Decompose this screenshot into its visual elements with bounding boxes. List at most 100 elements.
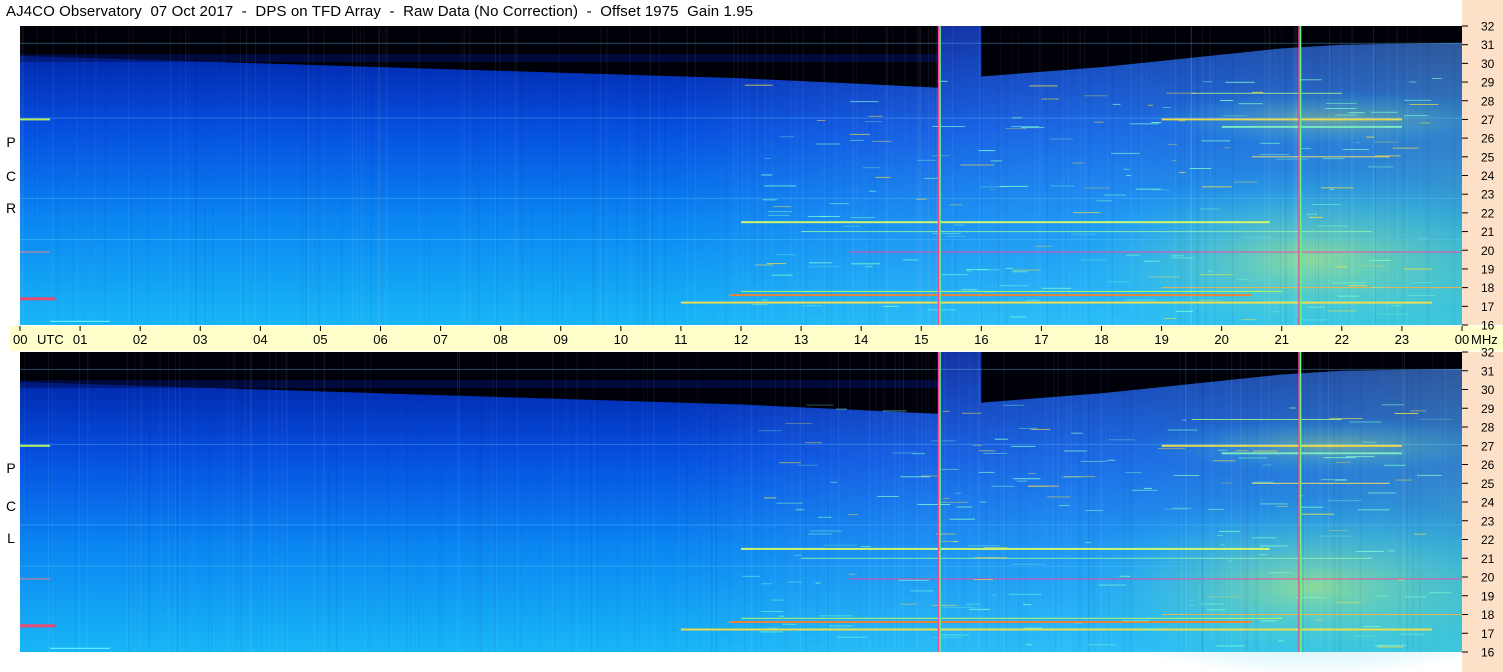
lcp-texture-streak: [715, 352, 717, 652]
time-tick-label: 14: [854, 332, 868, 347]
lcp-texture-streak: [1338, 352, 1340, 652]
rcp-speckle: [1299, 147, 1311, 149]
rcp-speckle: [1359, 265, 1387, 267]
lcp-spectrogram-panel: [20, 352, 1503, 672]
lcp-texture-streak: [1202, 352, 1204, 652]
rcp-texture-streak: [36, 26, 38, 325]
rcp-texture-streak: [649, 26, 651, 325]
rcp-texture-streak: [1325, 26, 1327, 325]
rcp-speckle: [1179, 172, 1186, 174]
lcp-texture-streak: [370, 352, 371, 652]
rcp-speckle: [1126, 175, 1131, 176]
rcp-speckle: [1322, 158, 1345, 160]
lcp-speckle: [1011, 563, 1046, 565]
lcp-texture-streak: [1269, 352, 1271, 652]
lcp-speckle: [1362, 626, 1382, 627]
lcp-texture-streak: [235, 352, 236, 652]
rcp-speckle: [1176, 310, 1193, 312]
lcp-texture-streak: [226, 352, 228, 652]
rcp-texture-streak: [530, 26, 532, 325]
rcp-texture-streak: [606, 26, 608, 325]
utc-time-axis: 00 01 02 03 04 05 06 07 08 09 10 11 12 13 14 15 16 17 18 19…: [10, 326, 1503, 351]
rcp-speckle: [932, 233, 961, 234]
time-tick-label: 20: [1214, 332, 1228, 347]
lcp-speckle: [1261, 620, 1277, 622]
rcp-texture-streak: [805, 26, 807, 325]
lcp-speckle: [848, 514, 859, 516]
time-tick-label: 23: [1395, 332, 1409, 347]
lcp-texture-streak: [1057, 352, 1059, 652]
lcp-texture-streak: [1178, 352, 1179, 652]
lcp-speckle: [983, 547, 1008, 548]
lcp-texture-streak: [410, 352, 412, 652]
lcp-freq-axis-band: [1462, 352, 1503, 672]
lcp-speckle: [1009, 593, 1042, 595]
lcp-frequency-axis: 16 17 18 19 20 21 22 23 24 25 26 27 28 29 30 31 32: [1462, 346, 1503, 672]
lcp-speckle: [1368, 492, 1397, 494]
lcp-speckle: [1301, 513, 1334, 515]
lcp-texture-streak: [1255, 352, 1256, 652]
lcp-texture-streak: [520, 352, 521, 652]
rcp-texture-streak: [75, 26, 77, 325]
rcp-speckle: [954, 224, 965, 226]
time-tick-label: 13: [794, 332, 808, 347]
rcp-texture-streak: [212, 26, 214, 325]
rcp-speckle: [1223, 115, 1247, 117]
rcp-speckle: [1049, 138, 1074, 140]
lcp-speckle: [1071, 432, 1083, 434]
rcp-speckle: [1367, 166, 1394, 168]
lcp-speckle: [1098, 584, 1127, 586]
lcp-texture-streak: [1328, 352, 1329, 652]
rcp-speckle: [850, 217, 876, 219]
lcp-texture-streak: [1003, 352, 1005, 652]
rcp-texture-streak: [1146, 26, 1147, 325]
freq-tick-label: 19: [1481, 589, 1495, 603]
rcp-speckle: [1125, 254, 1140, 256]
lcp-speckle: [1398, 633, 1425, 635]
rcp-speckle: [883, 305, 899, 307]
freq-tick-label: 27: [1481, 113, 1495, 127]
rcp-speckle: [1237, 278, 1248, 280]
rcp-speckle: [1163, 318, 1177, 319]
lcp-vertical-line: [1298, 352, 1300, 652]
rcp-texture-streak: [1197, 26, 1199, 325]
lcp-speckle: [1235, 450, 1249, 452]
lcp-texture-streak: [783, 352, 785, 652]
lcp-texture-streak: [1084, 352, 1086, 652]
lcp-texture-streak: [1079, 352, 1081, 652]
rcp-texture-streak: [1386, 26, 1387, 325]
lcp-texture-streak: [1020, 352, 1022, 652]
rcp-interference-line: [1221, 125, 1402, 128]
lcp-texture-streak: [1069, 352, 1071, 652]
lcp-texture-streak: [929, 352, 930, 652]
rcp-speckle: [771, 274, 793, 276]
rcp-speckle: [1371, 286, 1386, 288]
rcp-texture-streak: [223, 26, 225, 325]
rcp-texture-streak: [646, 26, 647, 325]
time-tick-label: 07: [433, 332, 447, 347]
rcp-texture-streak: [494, 26, 496, 325]
freq-tick-label: 17: [1481, 627, 1495, 641]
lcp-texture-streak: [229, 352, 230, 652]
lcp-speckle: [927, 549, 955, 550]
rcp-texture-streak: [1352, 26, 1354, 325]
rcp-speckle: [1379, 313, 1410, 315]
lcp-texture-streak: [268, 352, 270, 652]
lcp-speckle: [835, 408, 847, 410]
lcp-texture-streak: [466, 352, 467, 652]
rcp-texture-streak: [936, 26, 937, 325]
rcp-speckle: [1390, 305, 1402, 307]
rcp-texture-streak: [943, 26, 944, 325]
rcp-faint-line: [20, 197, 1462, 199]
lcp-vertical-line: [937, 352, 940, 652]
lcp-speckle: [759, 631, 784, 633]
lcp-texture-streak: [1108, 352, 1110, 652]
lcp-speckle: [815, 582, 821, 584]
rcp-texture-streak: [694, 26, 696, 325]
rcp-texture-streak: [57, 26, 59, 325]
lcp-texture-streak: [177, 352, 179, 652]
lcp-texture-streak: [24, 352, 26, 652]
rcp-texture-streak: [1000, 26, 1002, 325]
rcp-speckle: [1238, 103, 1263, 105]
rcp-texture-streak: [927, 26, 929, 325]
